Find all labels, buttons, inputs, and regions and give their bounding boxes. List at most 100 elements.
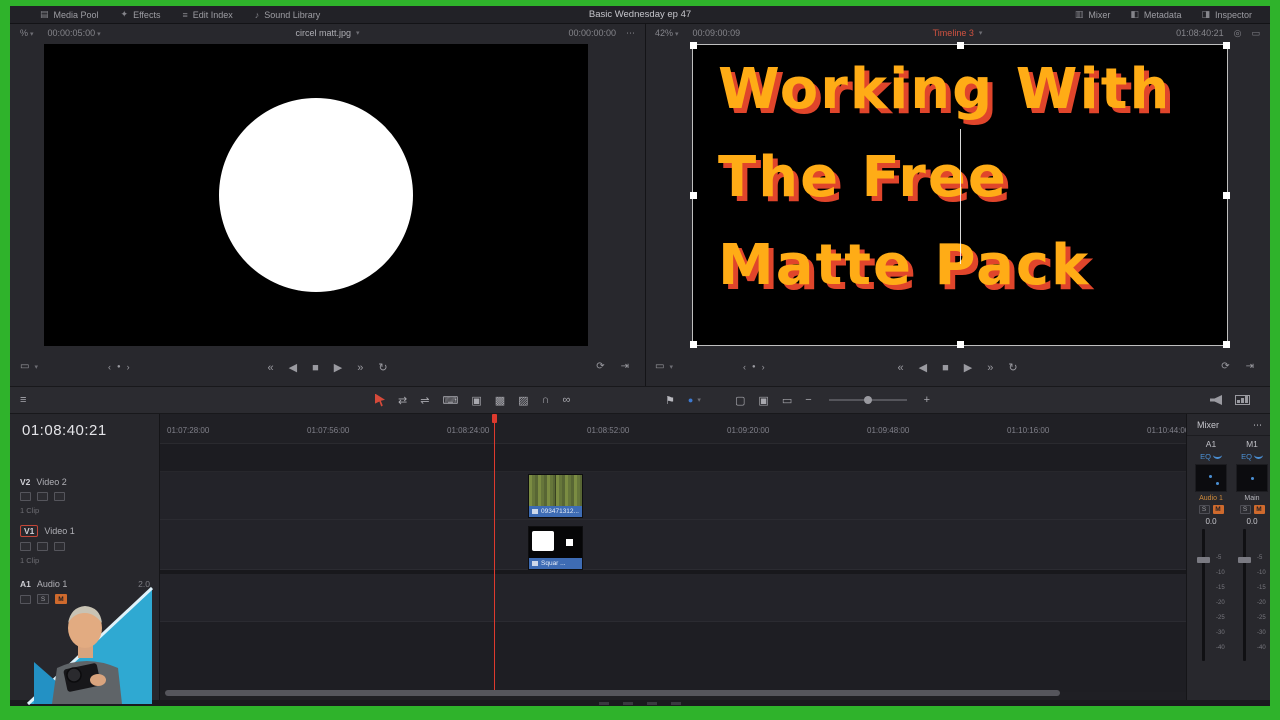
fader-handle[interactable] [1197,557,1210,563]
match-frame-button[interactable]: ⇥ [1246,361,1254,372]
track-header-v2[interactable]: V2 Video 2 1 Clip [10,472,160,520]
ruler-label: 01:08:24:00 [447,426,490,435]
snapping-button[interactable]: ∩ [542,394,550,406]
step-back-button[interactable]: ◀ [919,361,927,374]
prev-marker-button[interactable]: ‹ [743,362,746,372]
fader-handle[interactable] [1238,557,1251,563]
pan-control[interactable] [1195,464,1227,492]
zoom-slider-handle[interactable] [863,396,872,404]
transform-handle[interactable] [1223,341,1230,348]
eq-button[interactable]: EQ [1200,452,1222,461]
prev-marker-button[interactable]: ‹ [108,362,111,372]
playhead[interactable] [494,414,495,692]
match-frame-button[interactable]: ⇥ [621,361,629,372]
transform-handle[interactable] [690,341,697,348]
source-viewer-size-select[interactable]: ▭ ▾ [20,361,38,372]
flag-button[interactable]: ⚑ [665,394,675,407]
zoom-out-button[interactable]: − [805,394,811,406]
viewer-mode-button[interactable]: ▭ [1251,28,1260,39]
toolbox-button[interactable]: ≡ [20,394,26,406]
refresh-button[interactable]: ⟳ [596,361,604,372]
source-duration-select[interactable]: 00:00:05:00 ▾ [48,28,101,38]
lock-icon[interactable] [20,542,31,551]
grab-still-button[interactable]: ◎ [1234,28,1242,39]
media-pool-button[interactable]: ▤ Media Pool [40,9,99,20]
mixer-button[interactable]: ▥ Mixer [1075,9,1111,20]
solo-button[interactable]: S [1239,505,1251,514]
overwrite-clip-button[interactable]: ▩ [495,394,505,407]
full-extent-zoom-button[interactable]: ▢ [735,394,745,407]
transform-handle[interactable] [690,42,697,49]
detail-zoom-button[interactable]: ▣ [758,394,768,407]
goto-end-button[interactable]: » [357,362,363,374]
loop-button[interactable]: ↻ [1008,361,1017,374]
timeline-timecode: 01:08:40:21 [22,422,107,439]
timeline-horizontal-scrollbar[interactable] [165,690,1060,696]
metadata-button[interactable]: ◧ Metadata [1130,9,1181,20]
goto-start-button[interactable]: « [897,362,903,374]
timeline-ruler[interactable]: 01:07:28:00 01:07:56:00 01:08:24:00 01:0… [160,414,1186,444]
auto-select-icon[interactable] [37,542,48,551]
transform-handle[interactable] [1223,42,1230,49]
enable-track-icon[interactable] [54,542,65,551]
transform-handle[interactable] [1223,192,1230,199]
dynamic-trim-button[interactable]: ⇌ [420,394,429,407]
source-viewer-canvas[interactable] [44,44,588,346]
stop-button[interactable]: ■ [942,362,949,374]
enable-track-icon[interactable] [54,492,65,501]
source-clip-select[interactable]: circel matt.jpg ▾ [295,28,359,38]
source-zoom-select[interactable]: % ▾ [20,28,34,38]
insert-clip-button[interactable]: ▣ [471,394,481,407]
next-marker-button[interactable]: › [762,362,765,372]
pan-control[interactable] [1236,464,1268,492]
timeline-zoom-select[interactable]: 42% ▾ [655,28,679,38]
transform-handle[interactable] [690,192,697,199]
blade-tool-button[interactable]: ⌨ [442,394,458,407]
mute-button[interactable]: M [1212,505,1224,514]
channel-fader[interactable]: -5 -10 -15 -20 -25 -30 -40 [1194,529,1228,661]
trim-mode-button[interactable]: ⇄ [398,394,407,407]
track-lane-v1[interactable] [160,520,1186,570]
play-button[interactable]: ▶ [964,361,972,374]
selection-tool-button[interactable] [375,393,385,407]
timeline-select[interactable]: Timeline 3 ▾ [933,28,983,38]
lock-icon[interactable] [20,492,31,501]
stop-button[interactable]: ■ [312,362,319,374]
effects-button[interactable]: ✦ Effects [121,9,161,20]
goto-end-button[interactable]: » [987,362,993,374]
step-back-button[interactable]: ◀ [289,361,297,374]
mute-audio-button[interactable] [1210,395,1222,405]
mute-button[interactable]: M [1253,505,1265,514]
auto-select-icon[interactable] [37,492,48,501]
loop-button[interactable]: ↻ [378,361,387,374]
refresh-button[interactable]: ⟳ [1221,361,1229,372]
replace-clip-button[interactable]: ▨ [518,394,528,407]
timeline-viewer-canvas[interactable]: Working With The Free Matte Pack [690,42,1230,348]
eq-button[interactable]: EQ [1241,452,1263,461]
play-button[interactable]: ▶ [334,361,342,374]
viewer-options-button[interactable]: ⋯ [626,28,635,39]
track-header-v1[interactable]: V1 Video 1 1 Clip [10,520,160,570]
next-marker-button[interactable]: › [127,362,130,372]
timeline-clip-matte[interactable]: Squar ... [528,526,583,570]
link-clips-button[interactable]: ∞ [562,394,570,406]
transform-handle[interactable] [957,42,964,49]
timeline-clip-image[interactable]: 093471312... [528,474,583,518]
edit-index-button[interactable]: ≡ Edit Index [182,9,232,20]
goto-start-button[interactable]: « [267,362,273,374]
sound-library-button[interactable]: ♪ Sound Library [255,9,321,20]
audio-meter-button[interactable] [1235,395,1250,405]
mixer-options-button[interactable]: ⋯ [1253,420,1262,431]
zoom-slider[interactable] [828,396,907,404]
transform-handle[interactable] [957,341,964,348]
track-lane-a1[interactable] [160,574,1186,622]
timeline-tracks-area[interactable]: 01:07:28:00 01:07:56:00 01:08:24:00 01:0… [160,414,1186,700]
flag-color-select[interactable]: ● ▾ [688,395,701,405]
solo-button[interactable]: S [1198,505,1210,514]
custom-zoom-button[interactable]: ▭ [782,394,792,407]
zoom-in-button[interactable]: + [924,394,930,406]
track-lane-v2[interactable] [160,472,1186,520]
channel-fader[interactable]: -5 -10 -15 -20 -25 -30 -40 [1235,529,1269,661]
timeline-viewer-size-select[interactable]: ▭ ▾ [655,361,673,372]
inspector-button[interactable]: ◨ Inspector [1201,9,1252,20]
